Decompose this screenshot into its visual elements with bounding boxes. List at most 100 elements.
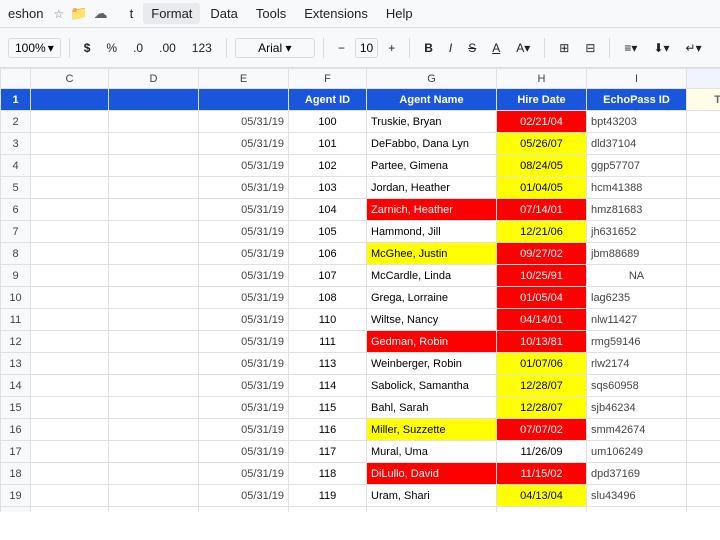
- cell-agent-name-8[interactable]: McGhee, Justin: [367, 243, 497, 265]
- cell-d-10[interactable]: [109, 287, 199, 309]
- cell-j-6[interactable]: [687, 199, 720, 221]
- menu-t[interactable]: t: [122, 3, 142, 24]
- cell-d-8[interactable]: [109, 243, 199, 265]
- cell-c-6[interactable]: [31, 199, 109, 221]
- cell-hire-date-20[interactable]: 10/07/09: [497, 507, 587, 513]
- cell-hire-date-13[interactable]: 01/07/06: [497, 353, 587, 375]
- font-selector[interactable]: Arial ▾: [235, 38, 315, 58]
- font-size-decrease[interactable]: −: [332, 37, 351, 59]
- strikethrough-button[interactable]: S: [462, 37, 482, 59]
- cell-echopass-16[interactable]: smm42674: [587, 419, 687, 441]
- table-row[interactable]: 405/31/19102Partee, Gimena08/24/05ggp577…: [1, 155, 720, 177]
- cell-c-3[interactable]: [31, 133, 109, 155]
- col-c-header[interactable]: C: [31, 69, 109, 89]
- cell-hire-date-15[interactable]: 12/28/07: [497, 397, 587, 419]
- cell-agent-id-20[interactable]: 120: [289, 507, 367, 513]
- cell-agent-id-3[interactable]: 101: [289, 133, 367, 155]
- decimal-decrease-button[interactable]: .0: [127, 37, 149, 59]
- font-color-button[interactable]: A▾: [510, 37, 536, 59]
- cell-hire-date-14[interactable]: 12/28/07: [497, 375, 587, 397]
- cell-c-5[interactable]: [31, 177, 109, 199]
- cell-echopass-17[interactable]: um106249: [587, 441, 687, 463]
- cell-echopass-13[interactable]: rlw2174: [587, 353, 687, 375]
- table-row[interactable]: 1705/31/19117Mural, Uma11/26/09um106249: [1, 441, 720, 463]
- cell-c-9[interactable]: [31, 265, 109, 287]
- cell-date-12[interactable]: 05/31/19: [199, 331, 289, 353]
- cell-agent-id-5[interactable]: 103: [289, 177, 367, 199]
- table-row[interactable]: 1205/31/19111Gedman, Robin10/13/81rmg591…: [1, 331, 720, 353]
- cell-c-19[interactable]: [31, 485, 109, 507]
- cell-agent-id-15[interactable]: 115: [289, 397, 367, 419]
- cell-date-17[interactable]: 05/31/19: [199, 441, 289, 463]
- underline-button[interactable]: A: [486, 37, 506, 59]
- cell-agent-name-12[interactable]: Gedman, Robin: [367, 331, 497, 353]
- cell-agent-name-4[interactable]: Partee, Gimena: [367, 155, 497, 177]
- cell-date-2[interactable]: 05/31/19: [199, 111, 289, 133]
- cell-j-5[interactable]: [687, 177, 720, 199]
- cell-j-7[interactable]: [687, 221, 720, 243]
- cell-date-10[interactable]: 05/31/19: [199, 287, 289, 309]
- cell-d-11[interactable]: [109, 309, 199, 331]
- cell-echopass-19[interactable]: slu43496: [587, 485, 687, 507]
- percent-button[interactable]: %: [100, 37, 123, 59]
- cell-date-3[interactable]: 05/31/19: [199, 133, 289, 155]
- cell-d-14[interactable]: [109, 375, 199, 397]
- decimal-increase-button[interactable]: .00: [153, 37, 182, 59]
- menu-data[interactable]: Data: [202, 3, 245, 24]
- table-row[interactable]: 1305/31/19113Weinberger, Robin01/07/06rl…: [1, 353, 720, 375]
- cell-echopass-14[interactable]: sqs60958: [587, 375, 687, 397]
- cell-hire-date-9[interactable]: 10/25/91: [497, 265, 587, 287]
- menu-extensions[interactable]: Extensions: [296, 3, 376, 24]
- cell-echopass-10[interactable]: lag6235: [587, 287, 687, 309]
- cell-c-17[interactable]: [31, 441, 109, 463]
- cell-c-4[interactable]: [31, 155, 109, 177]
- cell-c-7[interactable]: [31, 221, 109, 243]
- cell-j-14[interactable]: [687, 375, 720, 397]
- cell-date-11[interactable]: 05/31/19: [199, 309, 289, 331]
- cell-date-4[interactable]: 05/31/19: [199, 155, 289, 177]
- cell-hire-date-3[interactable]: 05/26/07: [497, 133, 587, 155]
- cell-date-8[interactable]: 05/31/19: [199, 243, 289, 265]
- table-row[interactable]: 1405/31/19114Sabolick, Samantha12/28/07s…: [1, 375, 720, 397]
- borders-button[interactable]: ⊞: [553, 37, 575, 59]
- cell-hire-date-8[interactable]: 09/27/02: [497, 243, 587, 265]
- cell-agent-name-3[interactable]: DeFabbo, Dana Lyn: [367, 133, 497, 155]
- cell-agent-name-15[interactable]: Bahl, Sarah: [367, 397, 497, 419]
- cell-hire-date-10[interactable]: 01/05/04: [497, 287, 587, 309]
- cell-d-9[interactable]: [109, 265, 199, 287]
- table-row[interactable]: 1805/31/19118DiLullo, David11/15/02dpd37…: [1, 463, 720, 485]
- cell-agent-id-4[interactable]: 102: [289, 155, 367, 177]
- cell-j-12[interactable]: [687, 331, 720, 353]
- cell-j-15[interactable]: [687, 397, 720, 419]
- cell-date-9[interactable]: 05/31/19: [199, 265, 289, 287]
- cell-agent-id-6[interactable]: 104: [289, 199, 367, 221]
- cell-agent-name-6[interactable]: Zarnich, Heather: [367, 199, 497, 221]
- cell-echopass-8[interactable]: jbm88689: [587, 243, 687, 265]
- cell-hire-date-18[interactable]: 11/15/02: [497, 463, 587, 485]
- cell-echopass-20[interactable]: baw23958: [587, 507, 687, 513]
- cell-d-16[interactable]: [109, 419, 199, 441]
- wrap-button[interactable]: ↵▾: [680, 37, 708, 59]
- cell-hire-date-7[interactable]: 12/21/06: [497, 221, 587, 243]
- cell-c-2[interactable]: [31, 111, 109, 133]
- cell-echopass-15[interactable]: sjb46234: [587, 397, 687, 419]
- table-row[interactable]: 905/31/19107McCardle, Linda10/25/91NA: [1, 265, 720, 287]
- cell-echopass-11[interactable]: nlw11427: [587, 309, 687, 331]
- cell-d-18[interactable]: [109, 463, 199, 485]
- cloud-icon[interactable]: ☁: [94, 5, 108, 22]
- cell-d-2[interactable]: [109, 111, 199, 133]
- cell-agent-name-7[interactable]: Hammond, Jill: [367, 221, 497, 243]
- cell-echopass-2[interactable]: bpt43203: [587, 111, 687, 133]
- cell-j-11[interactable]: [687, 309, 720, 331]
- cell-agent-id-17[interactable]: 117: [289, 441, 367, 463]
- cell-agent-id-11[interactable]: 110: [289, 309, 367, 331]
- cell-agent-name-18[interactable]: DiLullo, David: [367, 463, 497, 485]
- cell-agent-name-10[interactable]: Grega, Lorraine: [367, 287, 497, 309]
- table-row[interactable]: 605/31/19104Zarnich, Heather07/14/01hmz8…: [1, 199, 720, 221]
- cell-c-13[interactable]: [31, 353, 109, 375]
- cell-c-11[interactable]: [31, 309, 109, 331]
- table-row[interactable]: 805/31/19106McGhee, Justin09/27/02jbm886…: [1, 243, 720, 265]
- table-row[interactable]: 1005/31/19108Grega, Lorraine01/05/04lag6…: [1, 287, 720, 309]
- cell-echopass-9[interactable]: NA: [587, 265, 687, 287]
- cell-agent-id-7[interactable]: 105: [289, 221, 367, 243]
